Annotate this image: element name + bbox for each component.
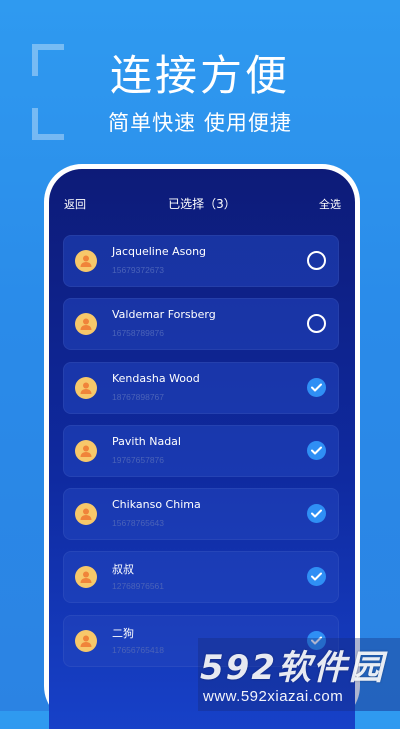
contact-name: Jacqueline Asong (112, 245, 207, 258)
selection-title: 已选择（3） (168, 197, 236, 211)
contact-card[interactable]: Pavith Nadal 19767657876 (63, 424, 339, 477)
contact-card[interactable]: Jacqueline Asong 15679372673 (63, 235, 339, 287)
contact-phone: 17656765418 (112, 644, 165, 655)
person-icon (75, 566, 97, 589)
contact-name: Valdemar Forsberg (112, 308, 216, 322)
person-icon (75, 503, 97, 526)
checkmark-icon[interactable] (307, 504, 326, 524)
contact-card[interactable]: Kendasha Wood 18767898767 (63, 361, 339, 414)
checkmark-icon[interactable] (307, 440, 326, 460)
person-icon (75, 629, 97, 652)
contact-phone: 18767898767 (112, 391, 165, 402)
person-icon (75, 313, 97, 336)
checkmark-icon[interactable] (307, 377, 326, 397)
contact-list: Jacqueline Asong 15679372673 Valdemar Fo… (63, 235, 339, 678)
contact-phone: 19767657876 (112, 454, 165, 465)
empty-circle-icon[interactable] (307, 251, 326, 270)
contact-card[interactable]: Chikanso Chima 15678765643 (63, 488, 339, 541)
contact-phone: 16758789876 (112, 328, 165, 339)
contact-name: Chikanso Chima (112, 498, 201, 512)
watermark-url: www.592xiazai.com (203, 688, 344, 705)
contact-name: 叔叔 (112, 563, 134, 577)
contact-name: Kendasha Wood (112, 371, 200, 385)
select-all-button[interactable]: 全选 (319, 196, 341, 212)
contact-phone: 12768976561 (112, 581, 165, 592)
contact-name: Pavith Nadal (112, 434, 181, 448)
hero-subtitle: 简单快速 使用便捷 (108, 111, 292, 135)
watermark-logo: 592软件园 (200, 648, 385, 688)
person-icon (75, 250, 97, 272)
contact-name: 二狗 (112, 626, 134, 640)
person-icon (75, 376, 97, 399)
empty-circle-icon[interactable] (307, 314, 326, 334)
contact-card[interactable]: 叔叔 12768976561 (63, 551, 339, 604)
checkmark-icon[interactable] (307, 567, 326, 587)
hero-title: 连接方便 (109, 51, 290, 100)
contact-phone: 15678765643 (112, 518, 165, 529)
contact-card[interactable]: Valdemar Forsberg 16758789876 (63, 298, 339, 351)
person-icon (75, 439, 97, 462)
top-bar: 返回 已选择（3） 全选 (49, 191, 355, 213)
contact-phone: 15679372673 (112, 265, 165, 275)
